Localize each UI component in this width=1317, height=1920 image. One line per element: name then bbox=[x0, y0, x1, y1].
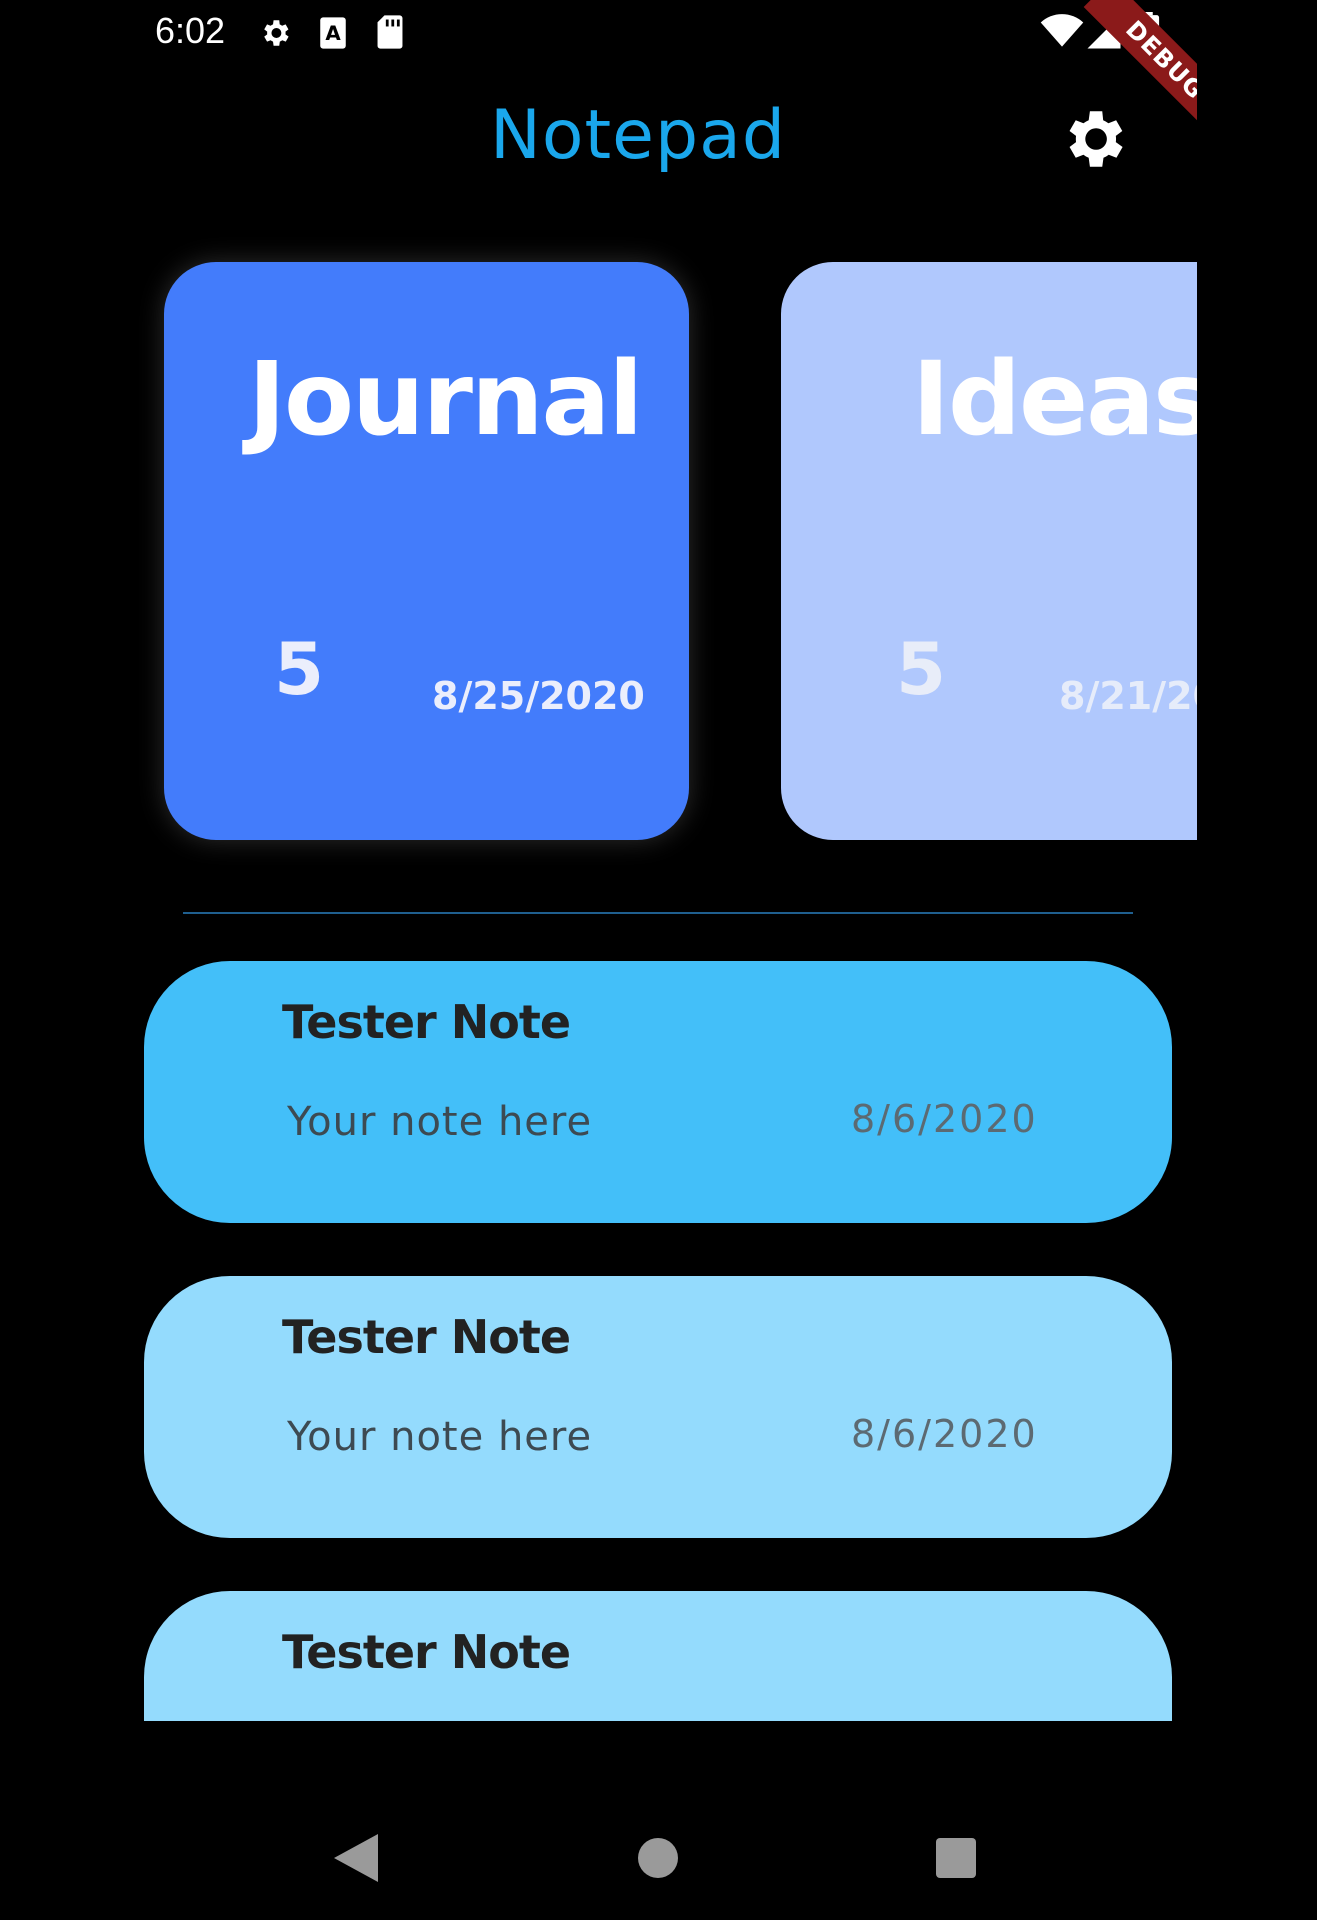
back-icon[interactable] bbox=[334, 1834, 378, 1882]
note-title: Tester Note bbox=[282, 995, 571, 1049]
note-title: Tester Note bbox=[282, 1625, 571, 1679]
category-date: 8/21/20 bbox=[1059, 674, 1197, 718]
status-time: 6:02 bbox=[155, 10, 226, 51]
recents-icon[interactable] bbox=[936, 1838, 976, 1878]
sd-card-icon bbox=[377, 15, 403, 49]
divider bbox=[183, 912, 1133, 914]
note-card[interactable]: Tester Note Your note here 8/6/2020 bbox=[144, 1276, 1172, 1538]
note-card[interactable]: Tester Note Your note here 8/6/2020 bbox=[144, 961, 1172, 1223]
category-title: Ideas bbox=[912, 340, 1197, 459]
category-title: Journal bbox=[248, 340, 643, 459]
note-preview: Your note here bbox=[287, 1099, 593, 1145]
note-title: Tester Note bbox=[282, 1310, 571, 1364]
category-card-journal[interactable]: Journal 5 8/25/2020 bbox=[164, 262, 689, 840]
note-preview: Your note here bbox=[287, 1414, 593, 1460]
settings-button[interactable] bbox=[1056, 102, 1130, 176]
gear-icon bbox=[264, 20, 289, 46]
category-date: 8/25/2020 bbox=[432, 674, 645, 718]
note-date: 8/6/2020 bbox=[851, 1412, 1038, 1456]
a-notification-icon: A bbox=[320, 17, 346, 49]
category-card-ideas[interactable]: Ideas 5 8/21/20 bbox=[781, 262, 1197, 840]
note-date: 8/6/2020 bbox=[851, 1097, 1038, 1141]
gear-icon bbox=[1069, 111, 1123, 167]
svg-text:A: A bbox=[325, 22, 341, 45]
note-card[interactable]: Tester Note bbox=[144, 1591, 1172, 1721]
navigation-bar bbox=[0, 1786, 1317, 1920]
home-icon[interactable] bbox=[638, 1838, 678, 1878]
category-note-count: 5 bbox=[274, 627, 325, 711]
category-note-count: 5 bbox=[896, 627, 947, 711]
